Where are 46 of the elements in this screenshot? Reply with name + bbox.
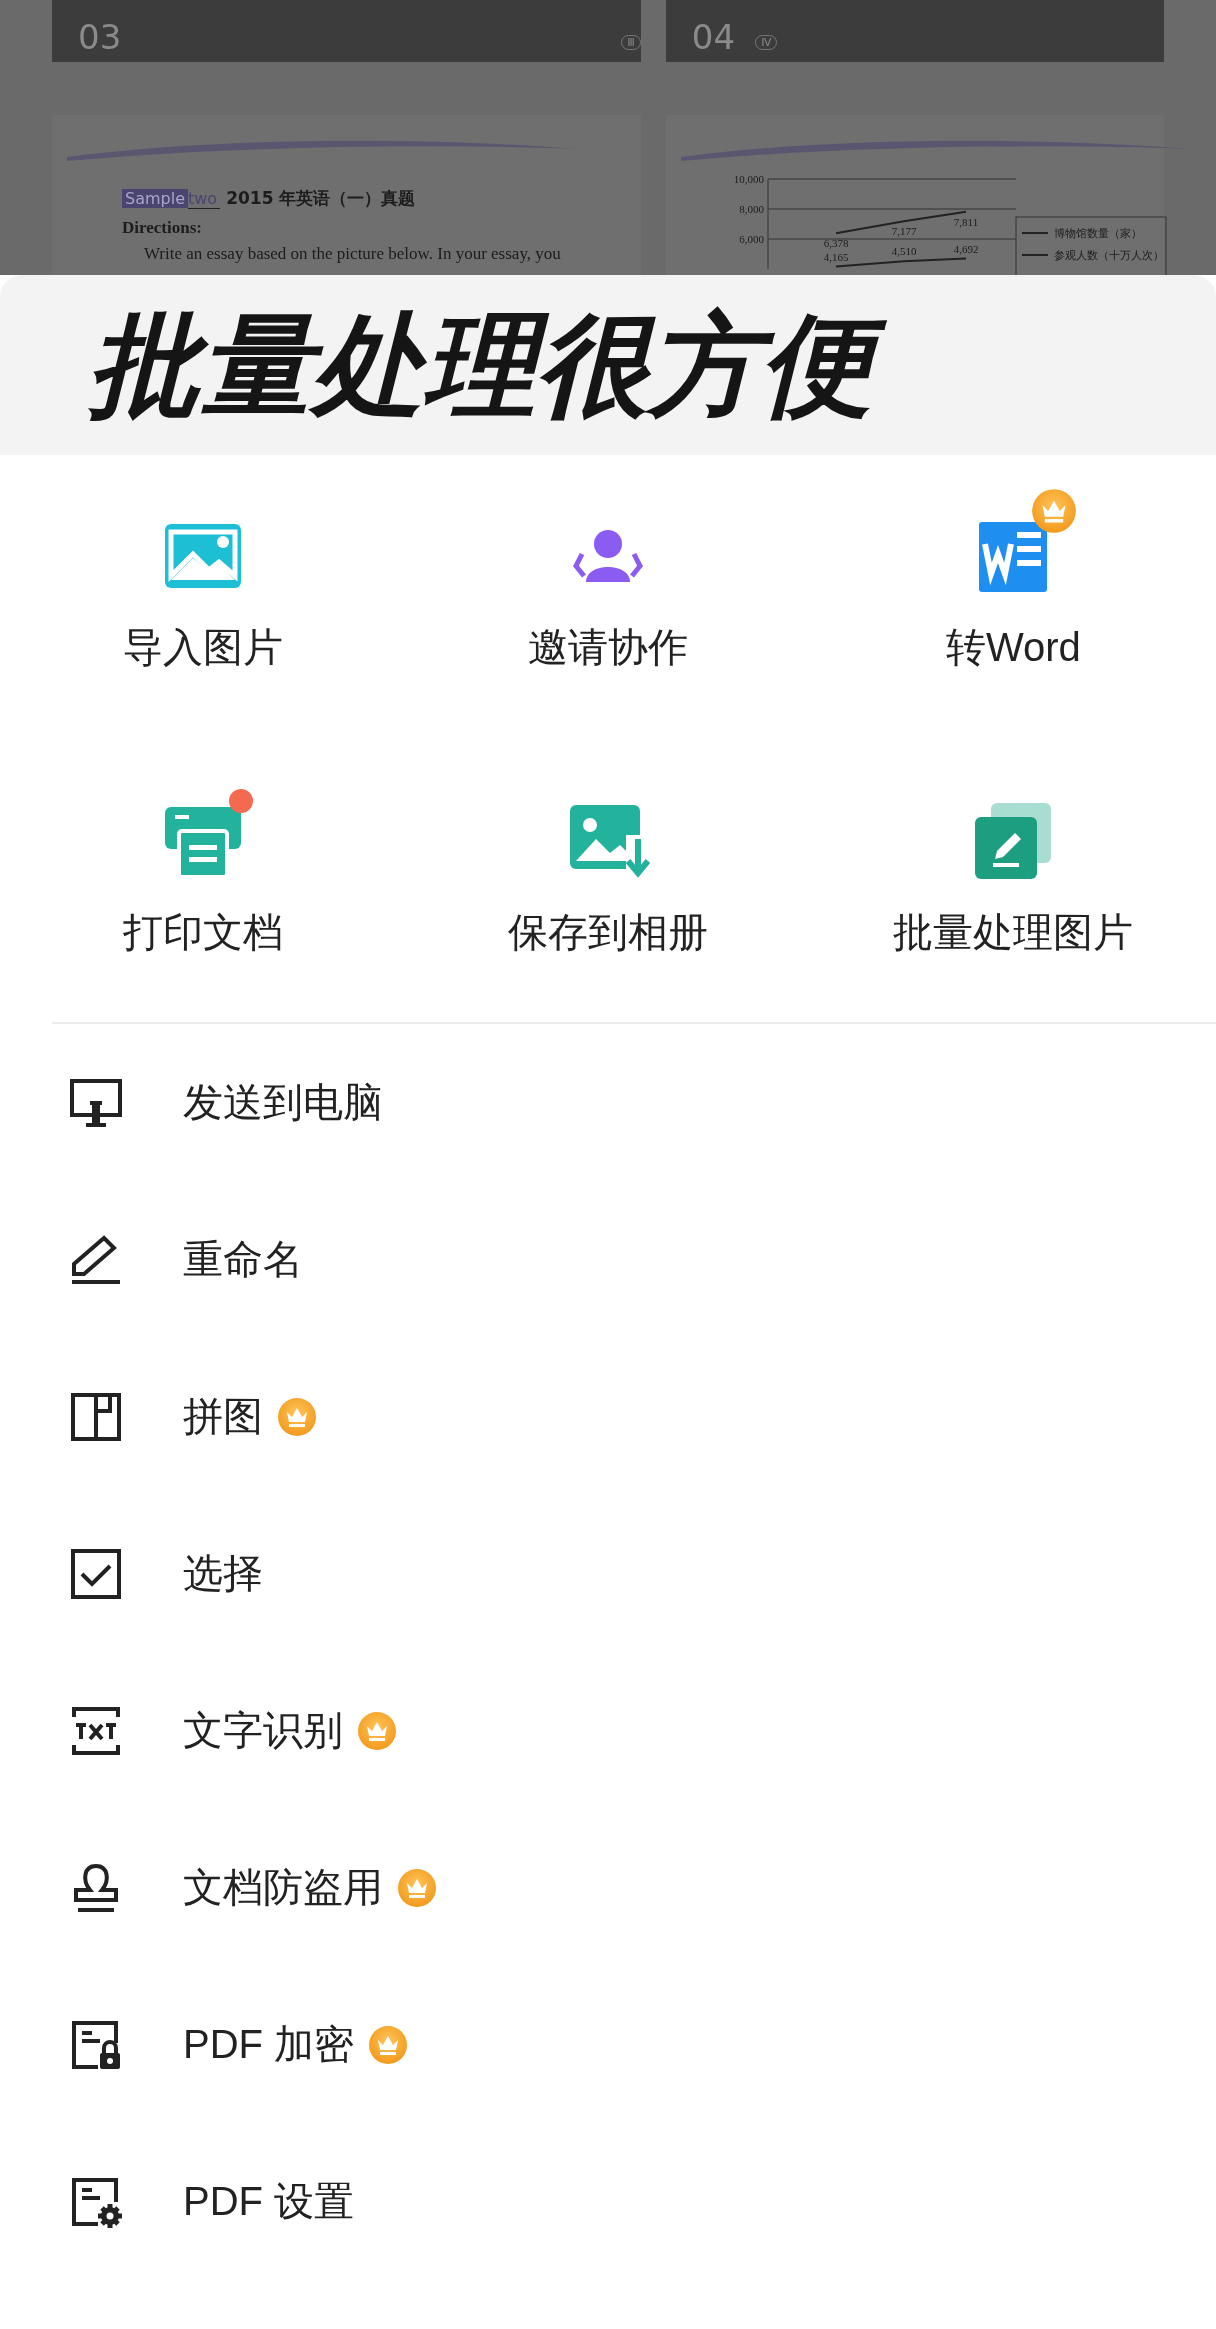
document-heading: 2015 年英语（一）真题 xyxy=(226,187,416,210)
data-label: 7,177 xyxy=(891,225,917,238)
locked-document-icon xyxy=(70,2018,122,2071)
action-button[interactable]: 打印文档 xyxy=(0,765,406,979)
crown-badge-icon xyxy=(397,1867,437,1908)
data-label: 6,378 xyxy=(823,237,849,250)
legend-marker xyxy=(1020,254,1049,256)
overlay-caption: 批量处理很方便 xyxy=(78,295,902,435)
data-label: 4,510 xyxy=(891,245,917,258)
page-number: 04 xyxy=(691,20,736,54)
menu-item[interactable]: PDF 设置 xyxy=(0,2123,1216,2280)
menu-item[interactable]: 发送到电脑 xyxy=(0,1024,1216,1181)
data-label: 4,692 xyxy=(953,242,979,255)
tag: Sample xyxy=(122,189,188,208)
menu-item[interactable]: 重命名 xyxy=(0,1181,1216,1338)
checkbox-icon xyxy=(70,1547,122,1600)
crown-badge-icon xyxy=(277,1396,317,1437)
action-button[interactable]: 邀请协作 xyxy=(405,480,811,694)
data-label: 7,811 xyxy=(953,215,979,228)
menu-item[interactable]: 拼图 xyxy=(0,1338,1216,1495)
data-label: 4,165 xyxy=(823,250,849,263)
crown-badge-icon xyxy=(1031,488,1078,534)
document-text: Write an essay based on the picture below. In your essay, you xyxy=(144,244,562,264)
menu-item[interactable]: 文档防盗用 xyxy=(0,1809,1216,1966)
action-button[interactable]: 转Word xyxy=(810,480,1216,694)
crown-badge-icon xyxy=(368,2024,409,2065)
monitor-icon xyxy=(70,1076,122,1129)
menu-item[interactable]: PDF 加密 xyxy=(0,1966,1216,2123)
directions-label: Directions: xyxy=(122,218,203,238)
text-scan-icon xyxy=(70,1704,122,1757)
menu-item[interactable]: 选择 xyxy=(0,1495,1216,1652)
pencil-icon xyxy=(70,1233,122,1286)
layout-icon xyxy=(70,1390,122,1443)
page-number: 03 xyxy=(78,20,122,54)
axis-tick-label: 10,000 xyxy=(733,173,764,185)
menu-item[interactable]: 文字识别 xyxy=(0,1652,1216,1809)
action-button[interactable]: 导入图片 xyxy=(0,480,406,694)
legend-label: 博物馆数量（家） xyxy=(1053,227,1142,240)
legend-label: 参观人数（十万人次） xyxy=(1053,249,1164,262)
crown-badge-icon xyxy=(357,1710,397,1751)
axis-tick-label: 6,000 xyxy=(739,233,764,245)
action-button[interactable]: 保存到相册 xyxy=(405,765,811,979)
document-settings-icon xyxy=(70,2175,122,2228)
action-button[interactable]: 批量处理图片 xyxy=(810,765,1216,979)
axis-tick-label: 8,000 xyxy=(739,203,764,215)
legend-marker xyxy=(1020,232,1049,234)
